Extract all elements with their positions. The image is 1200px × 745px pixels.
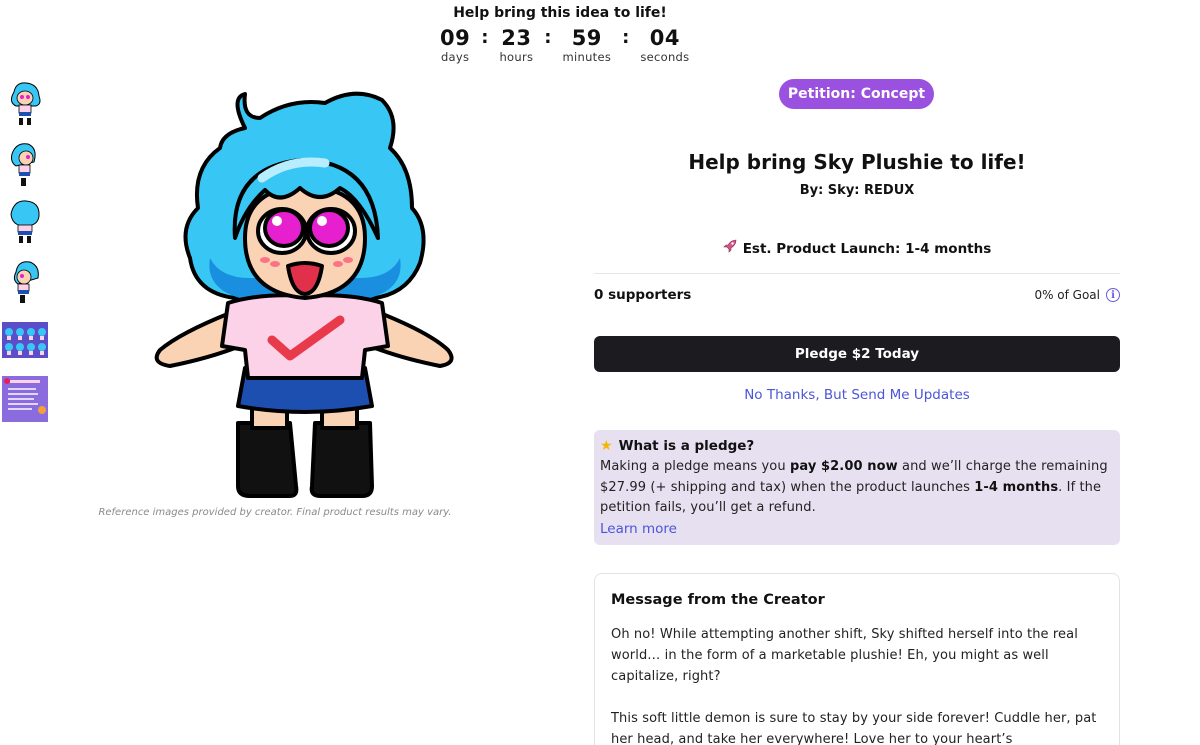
creator-message-card: Message from the Creator Oh no! While at… xyxy=(594,573,1120,745)
divider xyxy=(594,273,1120,274)
launch-estimate-text: Est. Product Launch: 1-4 months xyxy=(742,241,992,257)
countdown-hours-label: hours xyxy=(499,50,534,64)
learn-more-link[interactable]: Learn more xyxy=(600,519,1114,539)
thumbnail-plushie-back[interactable] xyxy=(2,198,48,246)
pledge-button[interactable]: Pledge $2 Today xyxy=(594,336,1120,372)
page-title: Help bring Sky Plushie to life! xyxy=(688,150,1026,174)
thumbnail-plushie-side-2[interactable] xyxy=(2,258,48,306)
pledge-info-amount: pay $2.00 now xyxy=(789,459,898,474)
product-main-image[interactable] xyxy=(150,88,460,503)
star-icon: ★ xyxy=(600,438,613,454)
send-updates-link[interactable]: No Thanks, But Send Me Updates xyxy=(594,387,1120,403)
thumbnail-plushie-side[interactable] xyxy=(2,140,48,188)
creator-message-heading: Message from the Creator xyxy=(611,592,825,608)
thumbnail-plushie-front[interactable] xyxy=(2,80,48,128)
pledge-info-heading-text: What is a pledge? xyxy=(618,438,755,454)
pledge-info-text: Making a pledge means you pay $2.00 now … xyxy=(600,457,1114,519)
thumbnail-plushie-lineup[interactable] xyxy=(2,320,48,368)
creator-message-body: Oh no! While attempting another shift, S… xyxy=(611,624,1103,745)
thumbnail-info-sheet[interactable] xyxy=(2,374,48,422)
launch-estimate: Est. Product Launch: 1-4 months xyxy=(594,239,1120,257)
pledge-info-heading: ★ What is a pledge? xyxy=(600,438,1114,454)
supporters-count: 0 supporters xyxy=(594,287,692,303)
plushie-illustration xyxy=(154,91,454,498)
creator-byline: By: Sky: REDUX xyxy=(799,183,915,198)
countdown-days-value: 09 xyxy=(440,26,471,50)
creator-message-paragraph: This soft little demon is sure to stay b… xyxy=(611,711,1097,745)
goal-progress: 0% of Goal i xyxy=(1034,288,1120,302)
countdown-separator: : xyxy=(481,27,489,48)
info-icon[interactable]: i xyxy=(1106,288,1120,302)
countdown-days: 09 days xyxy=(440,26,470,63)
goal-progress-text: 0% of Goal xyxy=(1034,288,1100,302)
rocket-icon xyxy=(722,239,737,257)
pledge-info-box: ★ What is a pledge? Making a pledge mean… xyxy=(594,430,1120,545)
countdown-days-label: days xyxy=(440,50,470,64)
image-caption: Reference images provided by creator. Fi… xyxy=(98,507,452,518)
creator-message-paragraph: Oh no! While attempting another shift, S… xyxy=(611,627,1078,684)
product-panel: Petition: Concept Help bring Sky Plushie… xyxy=(594,0,1120,745)
pledge-info-text-part: Making a pledge means you xyxy=(600,459,790,474)
status-badge: Petition: Concept xyxy=(779,79,934,109)
pledge-info-timeframe: 1-4 months xyxy=(974,479,1059,495)
countdown-hours: 23 hours xyxy=(499,26,533,63)
countdown-hours-value: 23 xyxy=(501,26,532,50)
countdown-separator: : xyxy=(544,27,552,48)
